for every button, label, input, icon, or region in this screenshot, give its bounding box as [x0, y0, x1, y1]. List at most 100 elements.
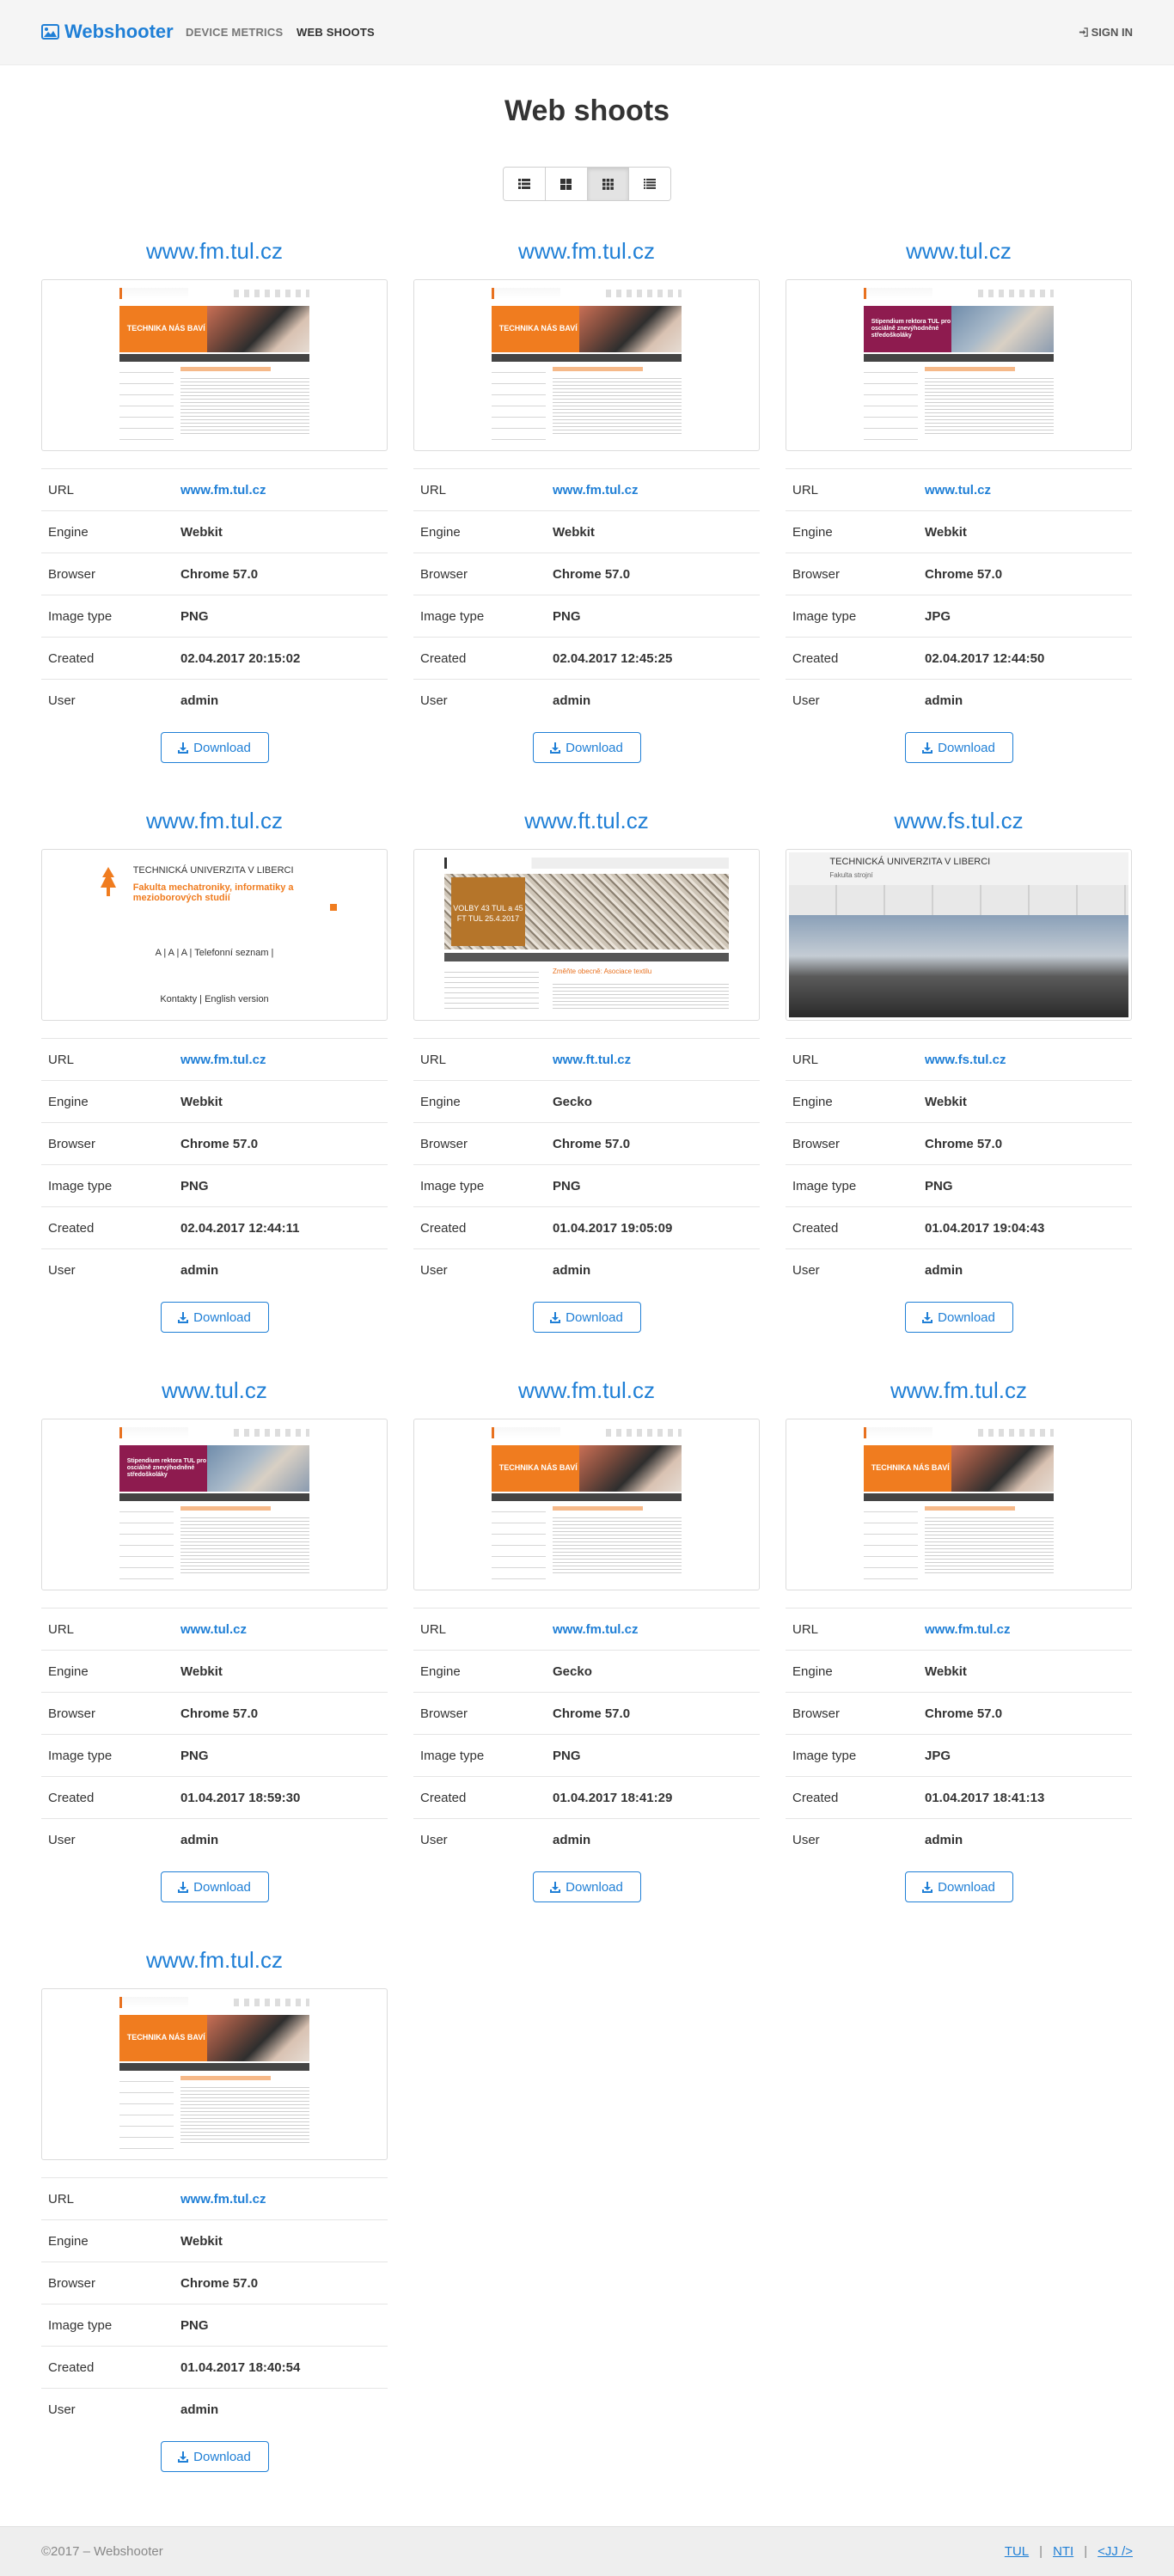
- meta-label-url: URL: [792, 1621, 819, 1637]
- shoot-thumbnail[interactable]: TECHNICKÁ UNIVERZITA V LIBERCI Fakulta s…: [786, 849, 1132, 1021]
- meta-value-url[interactable]: www.fm.tul.cz: [925, 1622, 1010, 1637]
- meta-row-created: Created 01.04.2017 18:59:30: [41, 1777, 388, 1819]
- meta-row-engine: Engine Webkit: [41, 511, 388, 553]
- image-icon: [41, 24, 59, 40]
- meta-value-url[interactable]: www.fm.tul.cz: [180, 1053, 266, 1067]
- sign-in-label: SIGN IN: [1091, 26, 1133, 39]
- shoot-title-link[interactable]: www.fm.tul.cz: [413, 235, 760, 266]
- shoot-title-link[interactable]: www.fm.tul.cz: [41, 1944, 388, 1975]
- meta-label-url: URL: [420, 482, 447, 497]
- view-list-button[interactable]: [504, 168, 546, 200]
- download-label: Download: [566, 740, 623, 755]
- shoot-thumbnail[interactable]: TECHNIKA NÁS BAVÍ: [413, 1419, 760, 1590]
- sign-in-link[interactable]: SIGN IN: [1079, 26, 1133, 39]
- meta-label-url: URL: [48, 2191, 75, 2207]
- meta-value-image-type: JPG: [925, 608, 951, 624]
- nav-device-metrics[interactable]: DEVICE METRICS: [186, 26, 283, 39]
- shoot-title-link[interactable]: www.tul.cz: [41, 1375, 388, 1406]
- meta-label-browser: Browser: [48, 1706, 96, 1721]
- download-icon: [178, 742, 189, 754]
- footer-link-jj[interactable]: <JJ />: [1098, 2544, 1133, 2559]
- thumbnail-tul: Stipendium rektora TUL pro osciálně znev…: [45, 1422, 384, 1587]
- download-button[interactable]: Download: [160, 732, 269, 763]
- download-button[interactable]: Download: [160, 1302, 269, 1333]
- meta-label-image-type: Image type: [420, 1748, 485, 1763]
- meta-value-browser: Chrome 57.0: [553, 566, 631, 582]
- shoot-title-link[interactable]: www.fm.tul.cz: [41, 805, 388, 836]
- meta-label-image-type: Image type: [48, 1748, 113, 1763]
- download-label: Download: [938, 740, 995, 755]
- thumb-header: [119, 1426, 310, 1439]
- meta-label-url: URL: [792, 1052, 819, 1067]
- shoot-thumbnail[interactable]: Stipendium rektora TUL pro osciálně znev…: [786, 279, 1132, 451]
- thumbnail-fm: TECHNIKA NÁS BAVÍ: [45, 283, 384, 448]
- meta-value-url[interactable]: www.tul.cz: [925, 483, 991, 497]
- list-detail-icon: [644, 179, 657, 189]
- meta-value-url[interactable]: www.ft.tul.cz: [553, 1053, 631, 1067]
- download-button[interactable]: Download: [904, 1302, 1013, 1333]
- meta-value-url[interactable]: www.tul.cz: [180, 1622, 247, 1637]
- shoot-title-link[interactable]: www.fm.tul.cz: [413, 1375, 760, 1406]
- list-icon: [517, 179, 530, 189]
- meta-label-browser: Browser: [792, 566, 841, 582]
- meta-row-image-type: Image type PNG: [413, 1735, 760, 1777]
- thumb-banner: Stipendium rektora TUL pro osciálně znev…: [863, 305, 1055, 352]
- shoot-title-link[interactable]: www.fm.tul.cz: [786, 1375, 1132, 1406]
- download-label: Download: [193, 1309, 251, 1325]
- meta-value-browser: Chrome 57.0: [180, 1706, 259, 1721]
- meta-row-user: User admin: [413, 1819, 760, 1861]
- thumbnail-volby: VOLBY 43 TUL a 45 FT TUL 25.4.2017 Změňt…: [417, 852, 756, 1017]
- nav-web-shoots[interactable]: WEB SHOOTS: [297, 26, 375, 39]
- meta-row-url: URL www.fm.tul.cz: [413, 1608, 760, 1651]
- meta-value-user: admin: [553, 1833, 591, 1847]
- meta-row-image-type: Image type PNG: [41, 2304, 388, 2347]
- download-button[interactable]: Download: [532, 732, 641, 763]
- shoot-title-link[interactable]: www.fm.tul.cz: [41, 235, 388, 266]
- view-list-detail-button[interactable]: [629, 168, 670, 200]
- meta-value-created: 01.04.2017 18:41:29: [553, 1790, 673, 1805]
- shoot-thumbnail[interactable]: TECHNIKA NÁS BAVÍ: [786, 1419, 1132, 1590]
- footer-link-tul[interactable]: TUL: [1005, 2544, 1029, 2559]
- brand-link[interactable]: Webshooter: [41, 21, 174, 43]
- shoot-thumbnail[interactable]: TECHNIKA NÁS BAVÍ: [41, 1988, 388, 2160]
- meta-value-url[interactable]: www.fs.tul.cz: [925, 1053, 1006, 1067]
- meta-value-url[interactable]: www.fm.tul.cz: [553, 483, 638, 497]
- brand-name: Webshooter: [64, 21, 174, 42]
- footer-link-nti[interactable]: NTI: [1053, 2544, 1073, 2559]
- meta-row-created: Created 02.04.2017 12:44:50: [786, 638, 1132, 680]
- download-button[interactable]: Download: [532, 1302, 641, 1333]
- shoot-title-link[interactable]: www.ft.tul.cz: [413, 805, 760, 836]
- download-button[interactable]: Download: [160, 1871, 269, 1902]
- shoot-title-link[interactable]: www.fs.tul.cz: [786, 805, 1132, 836]
- shoot-thumbnail[interactable]: TECHNIKA NÁS BAVÍ: [41, 279, 388, 451]
- view-grid-button[interactable]: [545, 168, 588, 200]
- meta-value-url[interactable]: www.fm.tul.cz: [180, 483, 266, 497]
- meta-row-image-type: Image type PNG: [41, 1735, 388, 1777]
- view-grid-small-button[interactable]: [587, 168, 630, 200]
- meta-row-url: URL www.ft.tul.cz: [413, 1039, 760, 1081]
- shoot-thumbnail[interactable]: TECHNIKA NÁS BAVÍ: [413, 279, 760, 451]
- footer-separator: |: [1084, 2544, 1088, 2559]
- download-button[interactable]: Download: [532, 1871, 641, 1902]
- meta-label-created: Created: [48, 650, 95, 666]
- meta-value-created: 02.04.2017 12:44:50: [925, 650, 1045, 666]
- meta-value-image-type: PNG: [553, 1748, 581, 1763]
- shoot-card: www.fm.tul.cz TECHNIKA NÁS BAVÍ URL www.…: [41, 235, 388, 763]
- download-button[interactable]: Download: [904, 732, 1013, 763]
- shoot-thumbnail[interactable]: TECHNICKÁ UNIVERZITA V LIBERCI Fakulta m…: [41, 849, 388, 1021]
- shoot-title-link[interactable]: www.tul.cz: [786, 235, 1132, 266]
- meta-value-url[interactable]: www.fm.tul.cz: [180, 2192, 266, 2207]
- meta-value-created: 01.04.2017 18:41:13: [925, 1790, 1045, 1805]
- shoot-thumbnail[interactable]: Stipendium rektora TUL pro osciálně znev…: [41, 1419, 388, 1590]
- meta-label-url: URL: [420, 1621, 447, 1637]
- thumb-banner-text: TECHNIKA NÁS BAVÍ: [119, 305, 207, 352]
- shoot-thumbnail[interactable]: VOLBY 43 TUL a 45 FT TUL 25.4.2017 Změňt…: [413, 849, 760, 1021]
- meta-label-created: Created: [48, 2359, 95, 2375]
- thumb-header: [119, 1996, 310, 2009]
- thumb-header: [119, 287, 310, 300]
- meta-value-url[interactable]: www.fm.tul.cz: [553, 1622, 638, 1637]
- download-button[interactable]: Download: [904, 1871, 1013, 1902]
- download-button[interactable]: Download: [160, 2441, 269, 2472]
- thumb-banner-text: Stipendium rektora TUL pro osciálně znev…: [863, 305, 951, 352]
- meta-row-url: URL www.fm.tul.cz: [41, 2178, 388, 2220]
